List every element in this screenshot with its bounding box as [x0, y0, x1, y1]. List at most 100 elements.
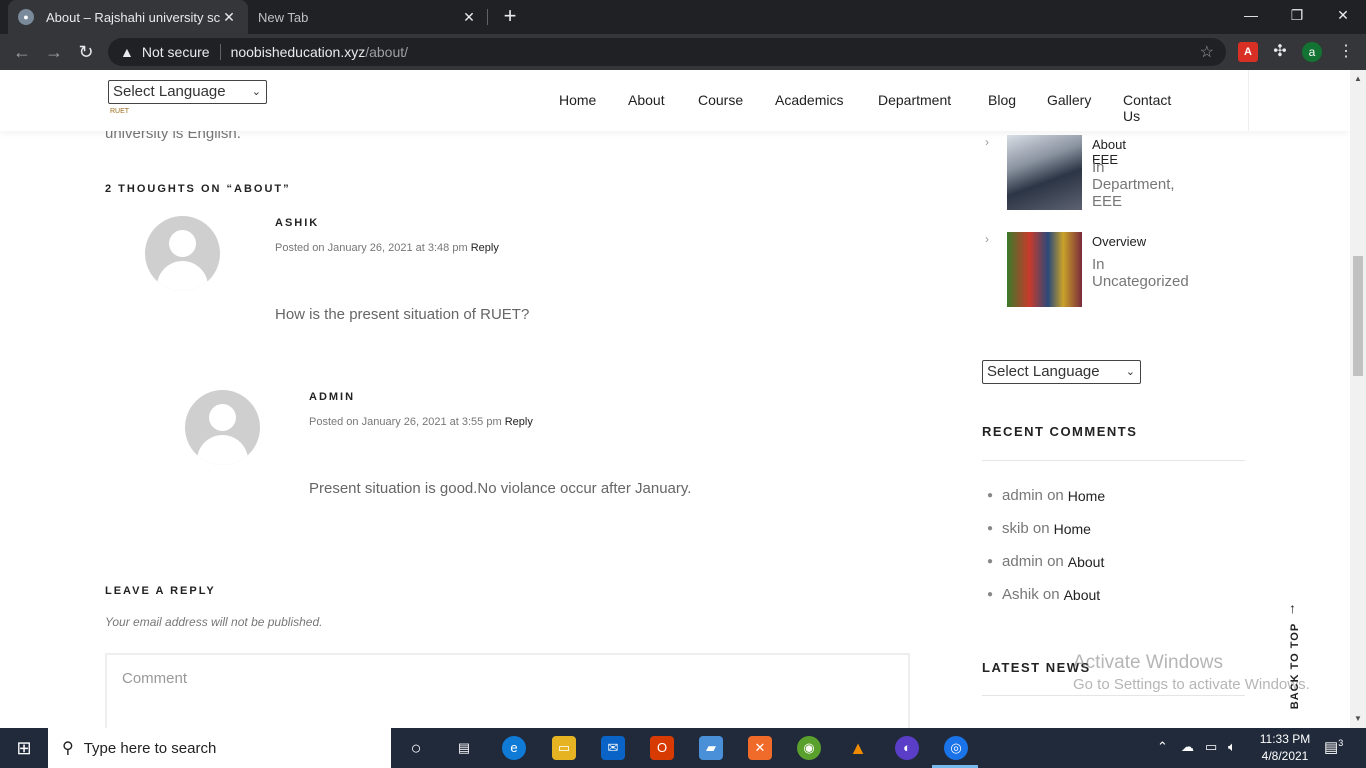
nav-home[interactable]: Home — [559, 92, 596, 108]
nav-gallery[interactable]: Gallery — [1047, 92, 1091, 108]
header-divider — [1248, 70, 1249, 131]
recent-comment-item: ● admin on Home — [987, 487, 1105, 504]
clock-time: 11:33 PM — [1259, 732, 1311, 746]
extensions-icon[interactable]: ✣ — [1270, 42, 1290, 62]
android-studio-icon[interactable]: ◉ — [797, 736, 821, 760]
onedrive-icon[interactable]: ☁ — [1181, 739, 1194, 755]
volume-icon[interactable]: 🔈︎ — [1228, 739, 1236, 755]
avatar-head — [209, 404, 236, 431]
post-category: In Uncategorized — [1092, 256, 1189, 290]
nav-academics[interactable]: Academics — [775, 92, 843, 108]
activate-windows-title: Activate Windows — [1073, 652, 1223, 673]
post-thumbnail[interactable] — [1007, 135, 1082, 210]
post-title[interactable]: Overview — [1092, 234, 1146, 249]
close-icon[interactable]: ✕ — [460, 9, 478, 26]
mail-icon[interactable]: ✉ — [601, 736, 625, 760]
reload-icon[interactable]: ↻ — [74, 40, 98, 64]
comment-author[interactable]: ADMIN — [309, 391, 355, 403]
chrome-icon[interactable]: ◎ — [944, 736, 968, 760]
battery-icon[interactable]: ▭ — [1205, 739, 1217, 755]
reply-link[interactable]: Reply — [471, 242, 499, 254]
bookmark-star-icon[interactable]: ☆ — [1200, 42, 1214, 62]
divider — [982, 695, 1245, 696]
post-thumbnail[interactable] — [1007, 232, 1082, 307]
comment-post-link[interactable]: Home — [1054, 521, 1091, 537]
edge-icon[interactable]: e — [502, 736, 526, 760]
tab-new-tab[interactable]: New Tab ✕ — [248, 0, 488, 34]
tab-about[interactable]: ● About – Rajshahi university scien ✕ — [8, 0, 248, 34]
warning-icon[interactable]: ▲ — [120, 44, 134, 60]
recent-comments-heading: RECENT COMMENTS — [982, 424, 1138, 439]
comment-author: admin — [1002, 553, 1043, 570]
new-tab-icon[interactable]: + — [498, 4, 522, 28]
comment-on: on — [1032, 520, 1050, 537]
minimize-icon[interactable]: — — [1228, 0, 1274, 30]
recent-comment-item: ● skib on Home — [987, 520, 1091, 537]
xampp-icon[interactable]: ✕ — [748, 736, 772, 760]
nav-department[interactable]: Department — [878, 92, 951, 108]
nav-about[interactable]: About — [628, 92, 665, 108]
tab-title: About – Rajshahi university scien — [46, 9, 220, 25]
comment-textarea[interactable]: Comment — [105, 653, 910, 728]
file-explorer-icon[interactable]: ▭ — [552, 736, 576, 760]
comment-on: on — [1042, 586, 1060, 603]
tray-overflow-icon[interactable]: ⌃ — [1157, 739, 1168, 755]
avatar-body — [197, 435, 248, 465]
comment-date[interactable]: Posted on January 26, 2021 at 3:48 pm — [275, 242, 468, 254]
sidebar-language-select[interactable]: Select Language ⌄ — [982, 360, 1141, 384]
nav-blog[interactable]: Blog — [988, 92, 1016, 108]
restore-icon[interactable]: ❐ — [1274, 0, 1320, 30]
site-logo[interactable]: RUET — [110, 108, 129, 115]
arrow-up-icon: ↑ — [1289, 600, 1296, 616]
comment-meta: Posted on January 26, 2021 at 3:48 pm Re… — [275, 242, 499, 254]
security-label[interactable]: Not secure — [142, 44, 210, 60]
profile-avatar[interactable]: a — [1302, 42, 1322, 62]
nav-contact-us[interactable]: Contact Us — [1123, 92, 1171, 124]
pdf-extension-icon[interactable]: A — [1238, 42, 1258, 62]
forward-icon[interactable]: → — [42, 40, 66, 64]
clock-date: 4/8/2021 — [1261, 749, 1309, 763]
url-domain: noobisheducation.xyz — [230, 44, 366, 60]
comment-date[interactable]: Posted on January 26, 2021 at 3:55 pm — [309, 416, 502, 428]
scroll-thumb[interactable] — [1353, 256, 1363, 376]
email-note: Your email address will not be published… — [105, 615, 323, 629]
language-select-value: Select Language — [987, 363, 1100, 380]
taskbar-search-placeholder: Type here to search — [83, 739, 217, 757]
comment-post-link[interactable]: About — [1064, 587, 1101, 603]
browser-menu-icon[interactable]: ⋮ — [1336, 42, 1356, 62]
comment-body: How is the present situation of RUET? — [275, 306, 530, 323]
scroll-down-icon[interactable]: ▼ — [1354, 714, 1362, 723]
window-close-icon[interactable]: ✕ — [1320, 0, 1366, 30]
task-view-icon[interactable]: ▤ — [452, 736, 476, 760]
app-icon[interactable]: ◐ — [895, 736, 919, 760]
network-app-icon[interactable]: ▰ — [699, 736, 723, 760]
page-scrollbar[interactable]: ▲ ▼ — [1350, 70, 1366, 728]
notification-icon[interactable]: ▤3 — [1324, 738, 1343, 756]
reply-link[interactable]: Reply — [505, 416, 533, 428]
language-select-value: Select Language — [113, 83, 226, 100]
nav-course[interactable]: Course — [698, 92, 743, 108]
chevron-right-icon: › — [985, 135, 989, 149]
avatar — [145, 216, 220, 291]
site-header: Select Language ⌄ RUET Home About Course… — [0, 70, 1350, 131]
comment-post-link[interactable]: Home — [1068, 488, 1105, 504]
cortana-icon[interactable]: ○ — [404, 736, 428, 760]
scroll-up-icon[interactable]: ▲ — [1354, 74, 1362, 83]
language-select[interactable]: Select Language ⌄ — [108, 80, 267, 104]
taskbar-clock[interactable]: 11:33 PM 4/8/2021 — [1255, 731, 1315, 765]
recent-comment-item: ● admin on About — [987, 553, 1104, 570]
comment-post-link[interactable]: About — [1068, 554, 1105, 570]
back-to-top-label: BACK TO TOP — [1289, 622, 1301, 710]
taskbar-search[interactable]: ⚲ Type here to search — [48, 728, 391, 768]
comment-author[interactable]: ASHIK — [275, 217, 319, 229]
back-icon[interactable]: ← — [10, 40, 34, 64]
vlc-icon[interactable]: ▲ — [846, 736, 870, 760]
back-to-top-button[interactable]: ↑ BACK TO TOP — [1287, 600, 1303, 710]
office-icon[interactable]: O — [650, 736, 674, 760]
comment-author: Ashik — [1002, 586, 1039, 603]
comment-on: on — [1047, 487, 1064, 504]
windows-start-icon[interactable]: ⊞ — [0, 728, 48, 768]
divider — [982, 460, 1245, 461]
close-icon[interactable]: ✕ — [220, 9, 238, 26]
address-bar[interactable]: ▲ Not secure noobisheducation.xyz/about/… — [108, 38, 1226, 66]
